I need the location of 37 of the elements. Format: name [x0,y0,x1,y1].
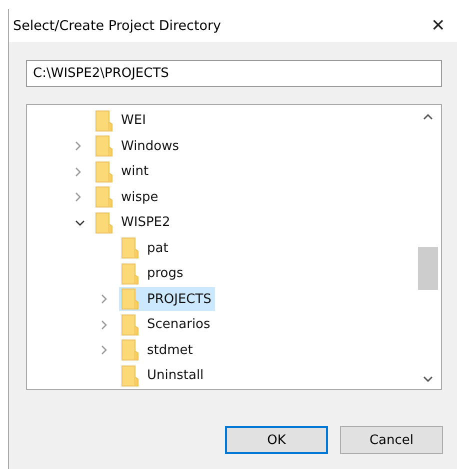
folder-icon [95,212,113,234]
tree-item[interactable]: Uninstall [119,364,208,388]
folder-icon [121,364,139,387]
tree-item[interactable]: WEI [93,108,150,133]
chevron-right-icon[interactable] [101,345,107,356]
tree-item[interactable]: stdmet [119,338,197,362]
folder-icon [95,110,113,132]
chevron-right-icon[interactable] [101,294,107,304]
tree-item[interactable]: wint [93,160,153,184]
window-title: Select/Create Project Directory [13,18,222,34]
chevron-right-icon[interactable] [101,320,107,330]
folder-icon [121,237,139,260]
tree-item[interactable]: pat [119,236,172,260]
dialog-button[interactable]: OK [225,426,328,454]
chevron-down-icon[interactable] [75,220,85,226]
tree-item[interactable]: PROJECTS [119,287,216,312]
chevron-right-icon[interactable] [75,141,81,152]
chevron-right-icon[interactable] [75,166,81,177]
tree-item[interactable]: Windows [93,134,184,158]
folder-icon [121,288,139,310]
scroll-up-icon[interactable] [423,113,433,121]
path-field[interactable]: C:\WISPE2\PROJECTS [26,60,442,87]
folder-icon [95,135,113,158]
chevron-right-icon[interactable] [75,192,81,202]
folder-icon [95,186,113,208]
folder-icon [121,314,139,336]
folder-icon [121,262,139,285]
tree-item[interactable]: progs [119,262,188,286]
tree-item[interactable]: Scenarios [119,312,214,337]
scroll-down-icon[interactable] [423,375,433,383]
dialog-button[interactable]: Cancel [340,426,443,454]
tree-item[interactable]: wispe [93,185,162,210]
scrollbar-thumb[interactable] [418,247,438,290]
folder-icon [121,339,139,362]
close-button[interactable]: ✕ [427,15,449,36]
folder-icon [95,160,113,183]
tree-item[interactable]: WISPE2 [93,210,174,235]
